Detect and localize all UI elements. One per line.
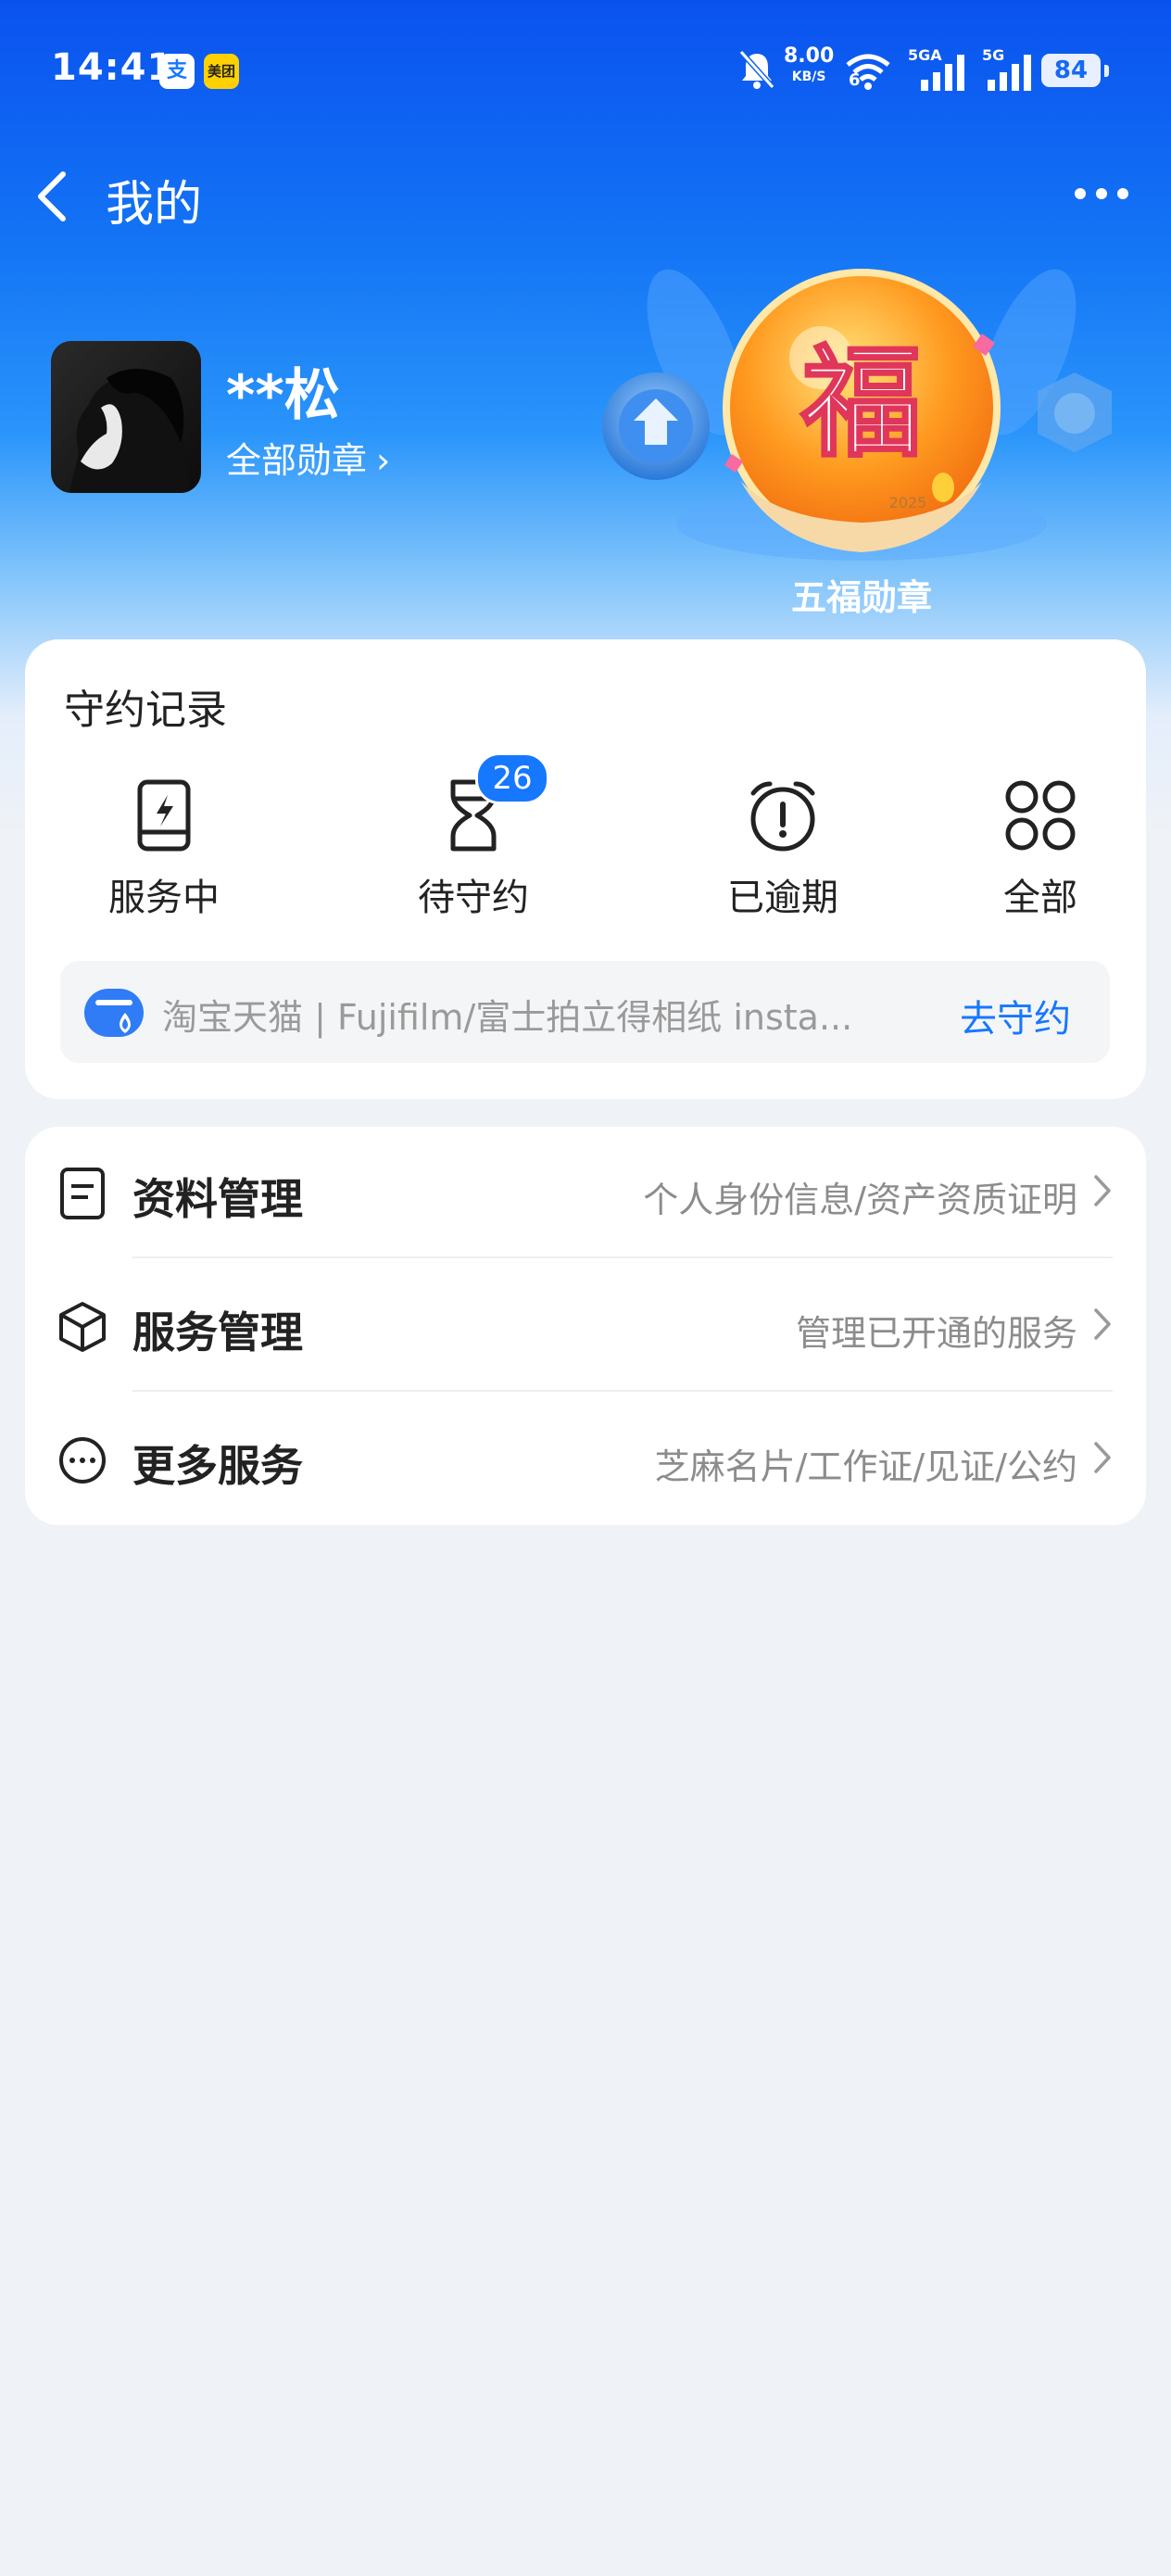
records-title: 守约记录 bbox=[64, 687, 227, 734]
alipay-notify-icon: 支 bbox=[159, 54, 195, 89]
records-card: 守约记录 服务中 26 待守约 已逾期 全部 淘宝天猫 | Fujifilm/富… bbox=[25, 639, 1146, 1099]
lightning-card-icon bbox=[137, 779, 191, 852]
status-time: 14:41 bbox=[51, 46, 174, 89]
menu-desc: 个人身份信息/资产资质证明 bbox=[643, 1180, 1077, 1220]
pending-order-bar[interactable]: 淘宝天猫 | Fujifilm/富士拍立得相纸 insta... 去守约 bbox=[60, 961, 1110, 1063]
document-icon bbox=[60, 1168, 105, 1219]
avatar[interactable] bbox=[51, 341, 201, 493]
record-label: 全部 bbox=[1003, 877, 1077, 919]
record-label: 服务中 bbox=[108, 877, 220, 919]
fu-medal-icon[interactable]: 福 2025 bbox=[723, 269, 1001, 552]
chevron-left-icon bbox=[38, 171, 66, 221]
record-all[interactable]: 全部 bbox=[957, 778, 1124, 936]
record-pending[interactable]: 26 待守约 bbox=[381, 752, 566, 936]
username: **松 bbox=[226, 363, 340, 428]
divider bbox=[132, 1256, 1113, 1258]
services-menu-card: 资料管理 个人身份信息/资产资质证明 服务管理 管理已开通的服务 更多服务 芝麻… bbox=[25, 1127, 1146, 1525]
chevron-right-icon bbox=[1094, 1175, 1111, 1206]
divider bbox=[132, 1390, 1113, 1392]
left-small-badge-icon[interactable] bbox=[602, 373, 710, 480]
record-label: 已逾期 bbox=[727, 877, 838, 919]
battery-icon: 84 bbox=[1041, 54, 1109, 87]
signal-icon bbox=[921, 55, 964, 91]
menu-item-profile-management[interactable]: 资料管理 个人身份信息/资产资质证明 bbox=[25, 1127, 1146, 1260]
fulfill-button[interactable]: 去守约 bbox=[960, 989, 1071, 1042]
menu-title: 服务管理 bbox=[132, 1307, 303, 1357]
record-label: 待守约 bbox=[418, 877, 529, 919]
chevron-right-icon bbox=[1094, 1308, 1111, 1340]
pending-order-text: 淘宝天猫 | Fujifilm/富士拍立得相纸 insta... bbox=[162, 997, 853, 1038]
medal-year: 2025 bbox=[889, 494, 927, 511]
all-badges-link[interactable]: 全部勋章 › bbox=[226, 432, 390, 483]
record-in-service[interactable]: 服务中 bbox=[71, 778, 257, 936]
net-speed: 8.00 KB/S bbox=[784, 44, 835, 85]
more-button[interactable] bbox=[1075, 185, 1140, 209]
all-badges-label: 全部勋章 bbox=[226, 440, 368, 481]
menu-item-service-management[interactable]: 服务管理 管理已开通的服务 bbox=[25, 1260, 1146, 1394]
alarm-clock-icon bbox=[750, 781, 815, 852]
mute-bell-icon bbox=[738, 49, 775, 90]
chevron-right-icon: › bbox=[376, 440, 391, 481]
fu-glyph: 福 bbox=[800, 332, 922, 474]
record-overdue[interactable]: 已逾期 bbox=[690, 778, 875, 936]
back-button[interactable] bbox=[28, 167, 80, 226]
menu-title: 资料管理 bbox=[132, 1174, 303, 1224]
menu-title: 更多服务 bbox=[132, 1441, 303, 1491]
menu-desc: 管理已开通的服务 bbox=[795, 1313, 1077, 1354]
more-circle-icon bbox=[59, 1437, 106, 1484]
cube-icon bbox=[59, 1302, 106, 1352]
pending-count-badge: 26 bbox=[475, 752, 549, 804]
page-title: 我的 bbox=[106, 177, 203, 233]
meituan-notify-icon: 美团 bbox=[204, 54, 239, 89]
menu-item-more-services[interactable]: 更多服务 芝麻名片/工作证/见证/公约 bbox=[25, 1394, 1146, 1527]
status-bar: 14:41 支 美团 8.00 KB/S 6 5GA 5G 84 bbox=[0, 0, 1171, 139]
grid-icon bbox=[1005, 780, 1076, 851]
chevron-right-icon bbox=[1094, 1442, 1111, 1473]
store-icon bbox=[84, 989, 144, 1037]
signal-icon-2 bbox=[988, 55, 1031, 91]
featured-medal-name: 五福勋章 bbox=[790, 577, 932, 618]
more-dots-icon bbox=[1075, 188, 1086, 199]
wifi-label: 6 bbox=[849, 70, 861, 90]
menu-desc: 芝麻名片/工作证/见证/公约 bbox=[654, 1446, 1077, 1487]
